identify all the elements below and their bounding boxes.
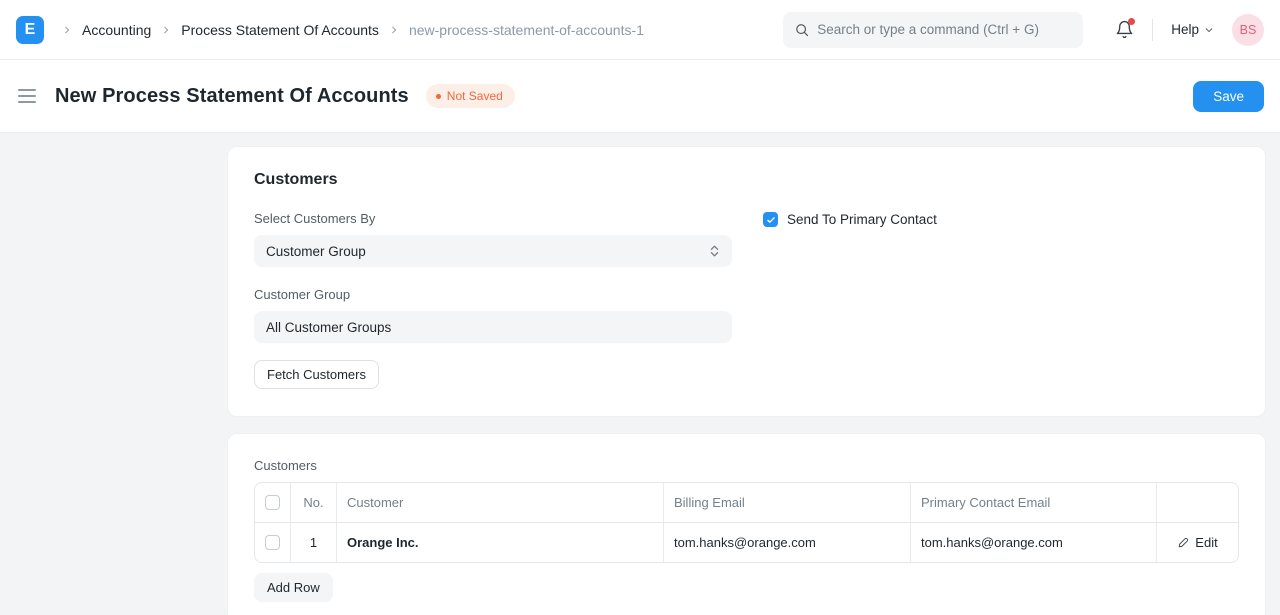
select-chevrons-icon [709,244,720,258]
status-badge-label: Not Saved [447,89,503,103]
customer-cell[interactable]: Orange Inc. [337,523,664,562]
breadcrumb-item-doctype[interactable]: Process Statement Of Accounts [181,22,379,38]
select-customers-by-select[interactable]: Customer Group [254,235,732,267]
status-dot-icon [436,94,441,99]
table-header-row: No. Customer Billing Email Primary Conta… [255,483,1238,522]
sidebar-toggle-button[interactable] [16,85,38,107]
fetch-customers-button[interactable]: Fetch Customers [254,360,379,389]
chevron-right-icon [153,25,179,35]
customers-table-card: Customers No. Customer Billing Email Pri… [227,433,1266,615]
table-row: 1 Orange Inc. tom.hanks@orange.com tom.h… [255,522,1238,562]
column-header-customer: Customer [337,483,664,522]
select-all-checkbox[interactable] [265,495,280,510]
customer-group-value: All Customer Groups [266,320,391,335]
customer-group-input[interactable]: All Customer Groups [254,311,732,343]
form-column-right: Send To Primary Contact [763,211,1241,389]
notifications-button[interactable] [1115,20,1134,39]
navbar-right: Search or type a command (Ctrl + G) Help… [783,12,1264,48]
search-placeholder: Search or type a command (Ctrl + G) [817,22,1039,37]
send-to-primary-contact-label[interactable]: Send To Primary Contact [787,212,937,227]
form-column-left: Select Customers By Customer Group Custo… [254,211,732,389]
select-customers-by-field: Select Customers By Customer Group [254,211,732,267]
breadcrumb-item-current: new-process-statement-of-accounts-1 [409,22,644,38]
logo-letter: E [25,21,36,39]
breadcrumb: Accounting Process Statement Of Accounts… [54,22,644,38]
billing-email-cell[interactable]: tom.hanks@orange.com [664,523,911,562]
row-checkbox[interactable] [265,535,280,550]
column-header-primary-contact-email: Primary Contact Email [911,483,1157,522]
customers-table: No. Customer Billing Email Primary Conta… [254,482,1239,563]
save-button[interactable]: Save [1193,81,1264,112]
chevron-right-icon [381,25,407,35]
pencil-icon [1177,537,1189,549]
edit-row-label: Edit [1195,535,1217,550]
avatar[interactable]: BS [1232,14,1264,46]
primary-contact-email-cell[interactable]: tom.hanks@orange.com [911,523,1157,562]
customers-section-card: Customers Select Customers By Customer G… [227,146,1266,417]
select-customers-by-label: Select Customers By [254,211,732,226]
table-header-check-cell [255,483,291,522]
customer-group-label: Customer Group [254,287,732,302]
add-row-button[interactable]: Add Row [254,573,333,602]
section-title: Customers [254,171,1239,189]
column-header-actions [1157,483,1238,522]
select-customers-by-value: Customer Group [266,244,366,259]
search-input[interactable]: Search or type a command (Ctrl + G) [783,12,1083,48]
help-label: Help [1171,22,1199,37]
page-header: New Process Statement Of Accounts Not Sa… [0,60,1280,133]
chevron-down-icon [1204,25,1214,35]
navbar: E Accounting Process Statement Of Accoun… [0,0,1280,60]
customers-table-label: Customers [254,458,1239,473]
row-actions-cell: Edit [1157,523,1238,562]
row-check-cell [255,523,291,562]
customer-group-field: Customer Group All Customer Groups [254,287,732,343]
form-grid: Select Customers By Customer Group Custo… [254,211,1239,389]
page-title: New Process Statement Of Accounts [55,85,409,108]
chevron-right-icon [54,25,80,35]
avatar-initials: BS [1240,23,1257,37]
row-number-cell: 1 [291,523,337,562]
column-header-billing-email: Billing Email [664,483,911,522]
app-logo[interactable]: E [16,16,44,44]
edit-row-button[interactable]: Edit [1177,535,1217,550]
main-content: Customers Select Customers By Customer G… [0,133,1280,615]
column-header-no: No. [291,483,337,522]
send-to-primary-contact-field: Send To Primary Contact [763,211,1241,227]
search-icon [795,23,809,37]
help-menu[interactable]: Help [1171,22,1214,37]
status-badge: Not Saved [426,84,515,108]
breadcrumb-item-accounting[interactable]: Accounting [82,22,151,38]
navbar-divider [1152,19,1153,41]
send-to-primary-contact-checkbox[interactable] [763,212,778,227]
